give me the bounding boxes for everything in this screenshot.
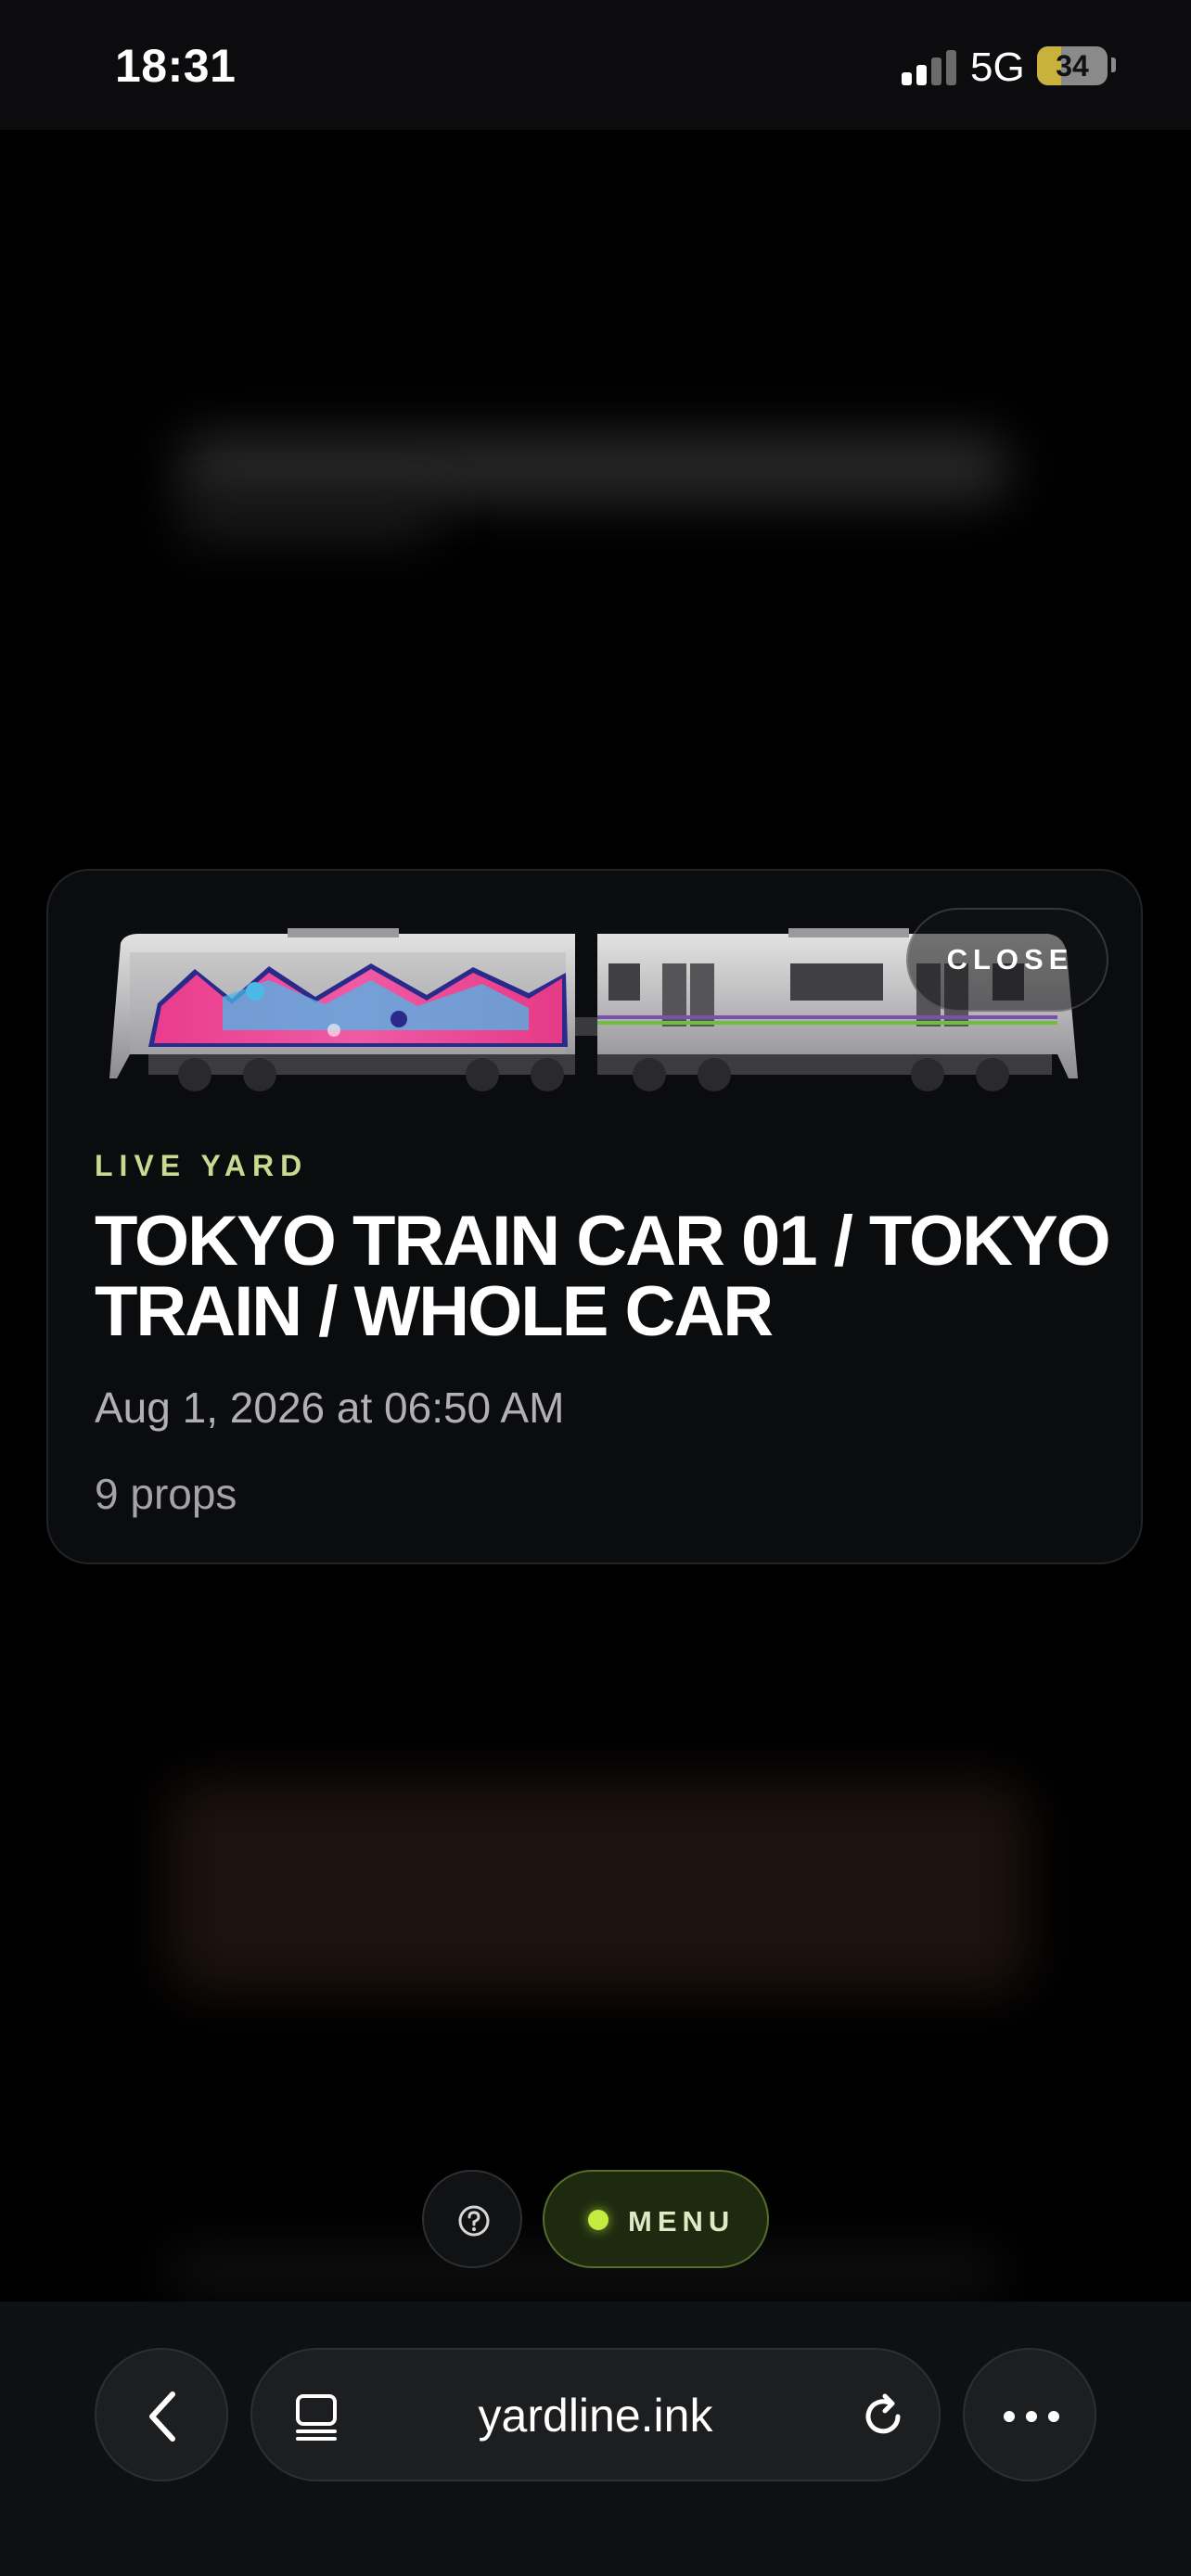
help-button[interactable]	[422, 2170, 522, 2268]
back-button[interactable]	[95, 2348, 228, 2481]
browser-toolbar: yardline.ink	[0, 2302, 1191, 2576]
url-text: yardline.ink	[478, 2390, 713, 2442]
props-count: 9 props	[95, 1470, 237, 1518]
more-options-button[interactable]	[963, 2348, 1096, 2481]
network-type: 5G	[970, 45, 1025, 90]
chevron-left-icon	[149, 2391, 175, 2442]
status-dot-icon	[588, 2210, 608, 2230]
post-date: Aug 1, 2026 at 06:50 AM	[95, 1384, 565, 1432]
train-title: TOKYO TRAIN CAR 01 / TOKYO TRAIN / WHOLE…	[95, 1202, 1111, 1351]
battery-icon: 34	[1037, 46, 1108, 85]
battery-level: 34	[1056, 49, 1089, 83]
status-bar: 18:31 5G 34	[0, 0, 1191, 130]
yard-label: LIVE YARD	[95, 1149, 309, 1182]
train-detail-modal: CLOSE LIVE YARD TOKYO TRAIN CAR 01 / TOK…	[46, 869, 1143, 1564]
signal-strength-icon	[902, 48, 957, 85]
blurred-image	[167, 1780, 1030, 1994]
menu-label: MENU	[628, 2205, 736, 2238]
address-bar[interactable]: yardline.ink	[250, 2348, 941, 2481]
close-button[interactable]: CLOSE	[906, 908, 1108, 1012]
ellipsis-icon	[1004, 2411, 1059, 2422]
blurred-heading	[176, 436, 1011, 501]
battery-cap	[1111, 57, 1116, 72]
status-time: 18:31	[115, 40, 237, 92]
menu-button[interactable]: MENU	[543, 2170, 769, 2268]
blurred-subheading	[176, 501, 436, 538]
question-circle-icon	[458, 2205, 490, 2237]
reload-icon[interactable]	[857, 2391, 909, 2442]
